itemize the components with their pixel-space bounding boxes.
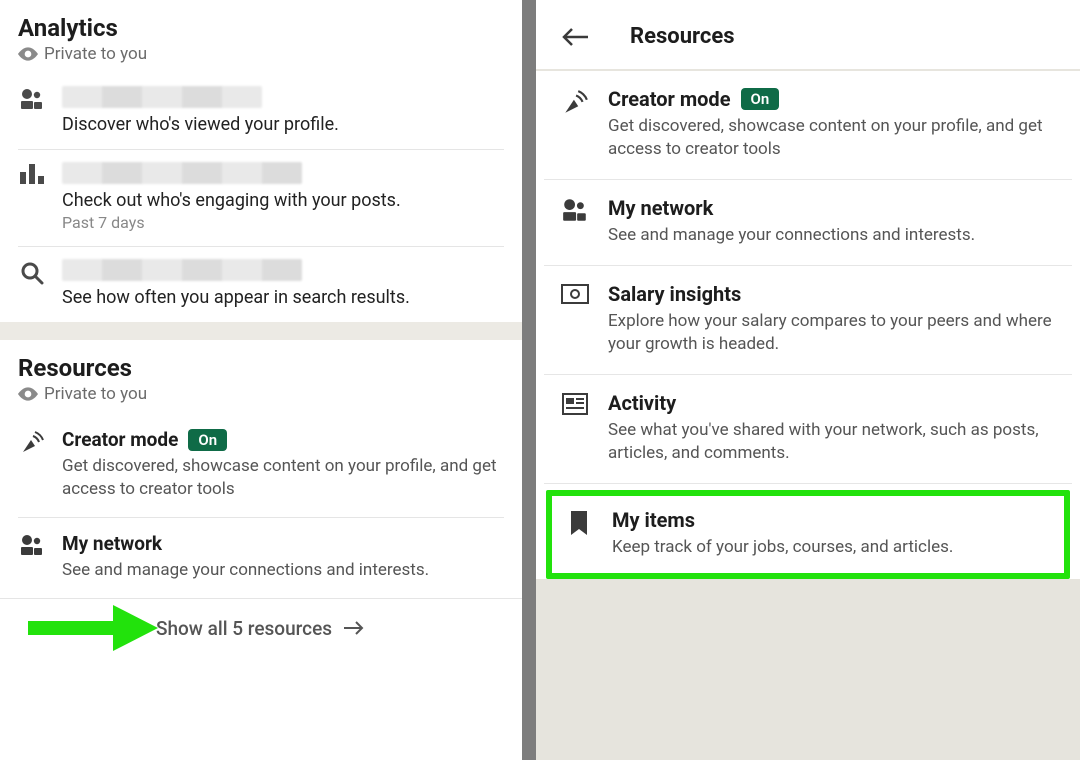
analytics-title: Analytics bbox=[18, 14, 504, 42]
empty-area bbox=[536, 579, 1080, 760]
resources-privacy: Private to you bbox=[18, 384, 504, 404]
newspaper-icon bbox=[560, 391, 590, 415]
people-icon bbox=[560, 196, 590, 222]
resources-privacy-text: Private to you bbox=[44, 384, 147, 404]
resource-title: Salary insights bbox=[608, 282, 741, 306]
resource-title: My items bbox=[612, 508, 695, 532]
resource-desc: See and manage your connections and inte… bbox=[608, 224, 1056, 247]
resource-title: Activity bbox=[608, 391, 676, 415]
eye-icon bbox=[18, 387, 38, 401]
resources-title: Resources bbox=[18, 354, 504, 382]
analytics-item-desc: Discover who's viewed your profile. bbox=[62, 114, 504, 135]
resource-desc: See what you've shared with your network… bbox=[608, 419, 1056, 465]
resource-item-my-items[interactable]: My items Keep track of your jobs, course… bbox=[552, 496, 1064, 573]
show-all-label: Show all 5 resources bbox=[156, 617, 332, 640]
creator-mode-badge: On bbox=[188, 429, 227, 451]
satellite-icon bbox=[18, 428, 46, 456]
right-title: Resources bbox=[630, 24, 735, 49]
resource-desc: Get discovered, showcase content on your… bbox=[608, 115, 1056, 161]
resource-title: My network bbox=[608, 196, 713, 220]
annotation-highlight: My items Keep track of your jobs, course… bbox=[546, 490, 1070, 579]
analytics-item-post-impressions[interactable]: Check out who's engaging with your posts… bbox=[18, 150, 504, 247]
analytics-section: Analytics Private to you Discover who's … bbox=[0, 0, 522, 322]
resource-desc: Explore how your salary compares to your… bbox=[608, 310, 1056, 356]
left-pane: Analytics Private to you Discover who's … bbox=[0, 0, 536, 760]
analytics-item-search-appearances[interactable]: See how often you appear in search resul… bbox=[18, 247, 504, 322]
people-icon bbox=[18, 86, 46, 110]
redacted-value bbox=[62, 86, 262, 108]
analytics-item-desc: Check out who's engaging with your posts… bbox=[62, 190, 504, 211]
people-icon bbox=[18, 532, 46, 556]
analytics-privacy: Private to you bbox=[18, 44, 504, 64]
resource-desc: See and manage your connections and inte… bbox=[62, 559, 504, 582]
resources-section: Resources Private to you Creator mode On… bbox=[0, 340, 522, 598]
right-pane: Resources Creator mode On Get discovered… bbox=[536, 0, 1080, 760]
redacted-value bbox=[62, 162, 302, 184]
right-resources-list: Creator mode On Get discovered, showcase… bbox=[536, 71, 1080, 579]
bookmark-icon bbox=[564, 508, 594, 536]
resource-desc: Get discovered, showcase content on your… bbox=[62, 455, 504, 501]
arrow-right-icon bbox=[344, 620, 366, 636]
resource-item-my-network[interactable]: My network See and manage your connectio… bbox=[18, 518, 504, 598]
resource-item-creator-mode[interactable]: Creator mode On Get discovered, showcase… bbox=[18, 414, 504, 518]
resource-desc: Keep track of your jobs, courses, and ar… bbox=[612, 536, 1052, 559]
analytics-item-sub: Past 7 days bbox=[62, 213, 504, 232]
analytics-item-profile-views[interactable]: Discover who's viewed your profile. bbox=[18, 74, 504, 150]
bar-chart-icon bbox=[18, 162, 46, 184]
money-icon bbox=[560, 282, 590, 304]
redacted-value bbox=[62, 259, 302, 281]
resource-item-activity[interactable]: Activity See what you've shared with you… bbox=[544, 375, 1072, 484]
section-divider bbox=[0, 322, 522, 340]
resource-item-my-network[interactable]: My network See and manage your connectio… bbox=[544, 180, 1072, 266]
show-all-resources-button[interactable]: Show all 5 resources bbox=[0, 598, 522, 658]
resource-title: Creator mode bbox=[62, 428, 178, 451]
search-icon bbox=[18, 259, 46, 285]
eye-icon bbox=[18, 47, 38, 61]
creator-mode-badge: On bbox=[741, 88, 780, 110]
resource-item-salary-insights[interactable]: Salary insights Explore how your salary … bbox=[544, 266, 1072, 375]
analytics-item-desc: See how often you appear in search resul… bbox=[62, 287, 504, 308]
resource-item-creator-mode[interactable]: Creator mode On Get discovered, showcase… bbox=[544, 71, 1072, 180]
right-header: Resources bbox=[536, 0, 1080, 71]
satellite-icon bbox=[560, 87, 590, 117]
annotation-arrow-icon bbox=[28, 605, 158, 651]
analytics-privacy-text: Private to you bbox=[44, 44, 147, 64]
resource-title: Creator mode bbox=[608, 87, 731, 111]
resource-title: My network bbox=[62, 532, 162, 555]
back-button[interactable] bbox=[560, 26, 590, 48]
